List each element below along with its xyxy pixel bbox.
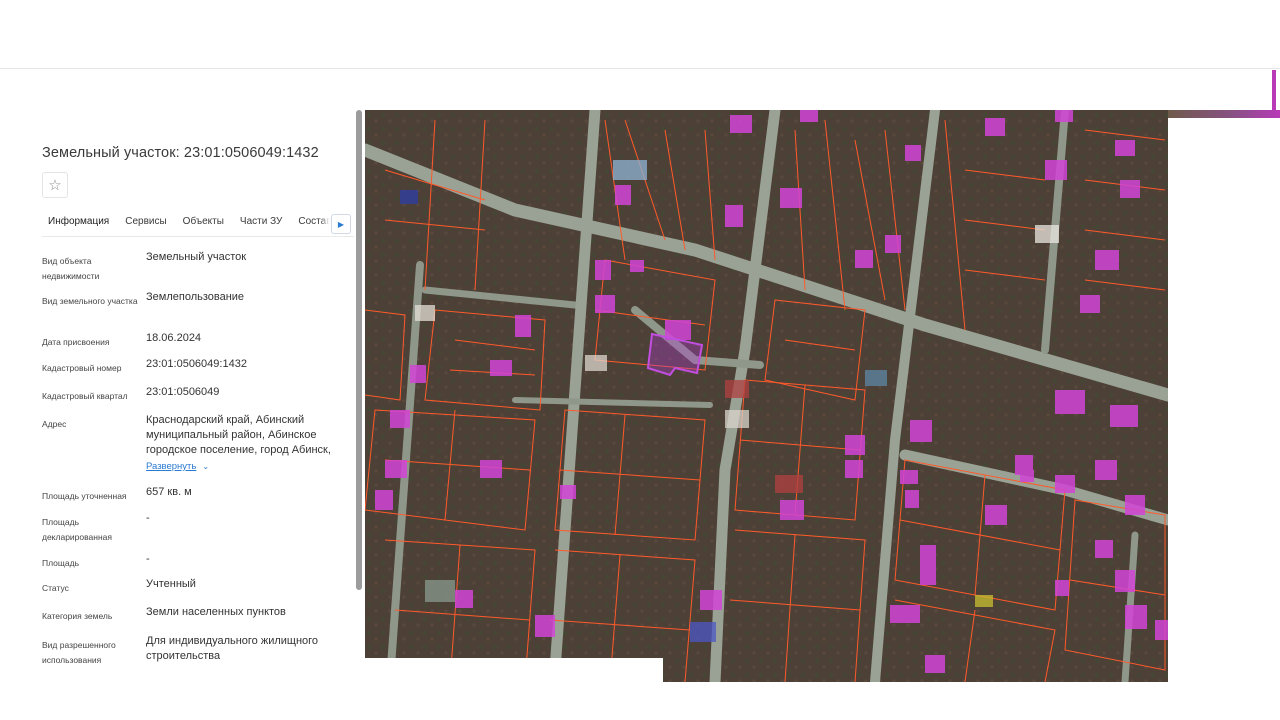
chevron-down-icon: ⌄ bbox=[202, 462, 210, 471]
property-label: Категория земель bbox=[42, 611, 113, 621]
address-value: Краснодарский край, Абинский муниципальн… bbox=[146, 414, 331, 456]
map-view[interactable] bbox=[365, 110, 1168, 682]
property-value: 18.06.2024 bbox=[146, 332, 202, 344]
expand-label: Развернуть bbox=[146, 461, 197, 472]
property-label: Вид разрешенного использования bbox=[42, 640, 116, 665]
property-value: Земельный участок bbox=[146, 251, 247, 263]
tab-parts[interactable]: Части ЗУ bbox=[234, 208, 292, 236]
triangle-right-icon: ▶ bbox=[337, 219, 345, 229]
property-value: - bbox=[146, 553, 150, 565]
map-overflow-strip bbox=[1168, 110, 1280, 118]
property-value: - bbox=[146, 512, 150, 524]
property-label: Адрес bbox=[42, 419, 67, 429]
right-blank-area bbox=[1168, 118, 1280, 720]
property-label: Площадь декларированная bbox=[42, 517, 112, 542]
tab-services[interactable]: Сервисы bbox=[119, 208, 176, 236]
star-outline-icon: ☆ bbox=[48, 177, 62, 194]
tab-objects[interactable]: Объекты bbox=[177, 208, 234, 236]
page-title: Земельный участок: 23:01:0506049:1432 bbox=[42, 145, 319, 161]
expand-address-link[interactable]: Развернуть ⌄ bbox=[146, 459, 209, 474]
map-corner-mask bbox=[365, 658, 663, 688]
panel-scrollbar[interactable] bbox=[356, 110, 362, 590]
property-label: Кадастровый квартал bbox=[42, 391, 128, 401]
property-label: Площадь bbox=[42, 558, 80, 568]
property-label: Вид земельного участка bbox=[42, 296, 138, 306]
property-value: Учтенный bbox=[146, 578, 196, 590]
property-value: 657 кв. м bbox=[146, 486, 192, 498]
property-label: Кадастровый номер bbox=[42, 363, 122, 373]
top-bar bbox=[0, 0, 1280, 69]
property-label: Вид объекта недвижимости bbox=[42, 256, 100, 281]
property-label: Площадь уточненная bbox=[42, 491, 127, 501]
property-value: Для индивидуального жилищного строительс… bbox=[146, 635, 319, 662]
map-edge-mark bbox=[1272, 70, 1276, 110]
tabs-next-button[interactable]: ▶ bbox=[331, 214, 351, 234]
property-value: 23:01:0506049 bbox=[146, 386, 220, 398]
tab-information[interactable]: Информация bbox=[42, 208, 119, 236]
info-panel: Земельный участок: 23:01:0506049:1432 ☆ … bbox=[0, 110, 362, 680]
satellite-map[interactable] bbox=[365, 110, 1168, 682]
property-value: Землепользование bbox=[146, 291, 245, 303]
property-label: Дата присвоения bbox=[42, 337, 110, 347]
property-label: Статус bbox=[42, 583, 69, 593]
favorite-button[interactable]: ☆ bbox=[42, 172, 68, 198]
tab-bar: Информация Сервисы Объекты Части ЗУ Сост… bbox=[42, 208, 354, 237]
property-value: Земли населенных пунктов bbox=[146, 606, 286, 618]
property-value: 23:01:0506049:1432 bbox=[146, 358, 247, 370]
